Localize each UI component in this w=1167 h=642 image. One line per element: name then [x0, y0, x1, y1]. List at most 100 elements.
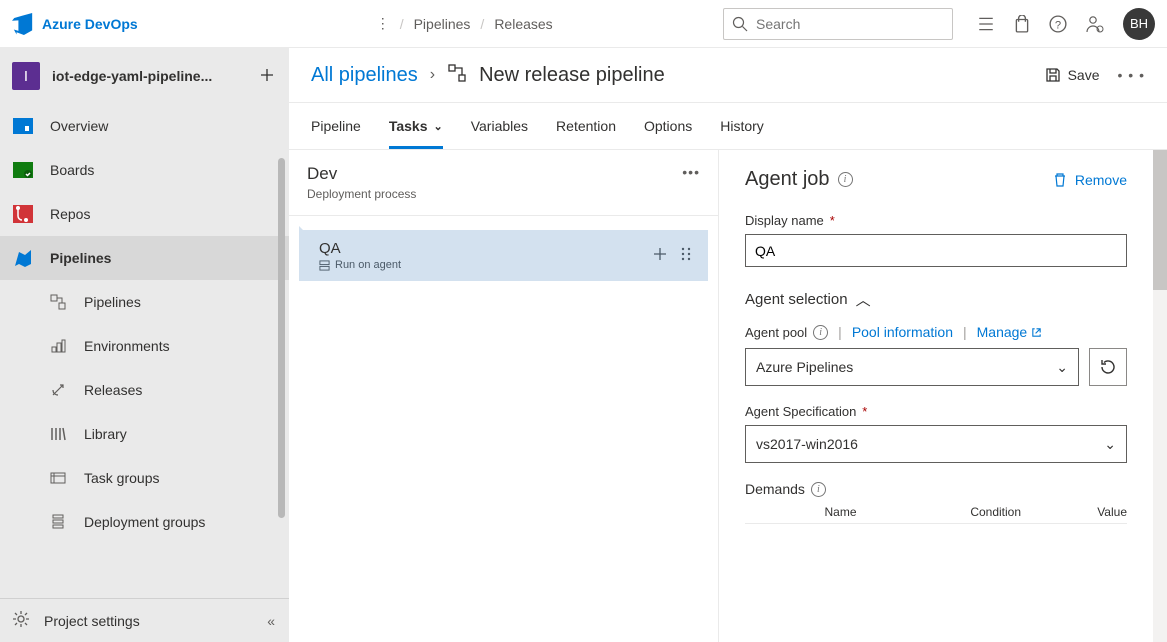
manage-link[interactable]: Manage — [977, 324, 1043, 340]
shopping-bag-icon[interactable] — [1013, 15, 1031, 33]
project-row[interactable]: I iot-edge-yaml-pipeline... — [0, 48, 289, 104]
pool-information-link[interactable]: Pool information — [852, 324, 953, 340]
tab-history[interactable]: History — [720, 103, 764, 149]
panel-title: Agent job i — [745, 168, 853, 191]
environments-icon — [50, 338, 70, 354]
sidebar-item-overview[interactable]: Overview — [0, 104, 289, 148]
server-icon — [319, 260, 330, 271]
svg-text:?: ? — [1055, 19, 1061, 31]
boards-icon — [12, 160, 34, 180]
more-vertical-icon[interactable]: ⋮ — [376, 15, 390, 32]
all-pipelines-link[interactable]: All pipelines — [311, 64, 418, 87]
sidebar-subitem-library[interactable]: Library — [0, 412, 289, 456]
details-column: Agent job i Remove Display name* Agen — [719, 150, 1153, 642]
external-link-icon — [1031, 327, 1042, 338]
top-icons: ? — [977, 14, 1105, 34]
save-icon — [1045, 67, 1061, 83]
trash-icon — [1052, 172, 1068, 188]
info-icon[interactable]: i — [811, 482, 826, 497]
drag-handle-icon[interactable] — [678, 246, 694, 265]
agent-spec-label: Agent Specification* — [745, 404, 1127, 419]
chevron-right-icon: › — [430, 66, 435, 84]
agent-job-row[interactable]: QA Run on agent — [299, 226, 708, 281]
info-icon[interactable]: i — [838, 172, 853, 187]
job-name: QA — [319, 240, 642, 257]
sidebar-item-pipelines[interactable]: Pipelines — [0, 236, 289, 280]
plus-icon[interactable] — [259, 67, 275, 86]
project-name: iot-edge-yaml-pipeline... — [52, 68, 247, 84]
help-icon[interactable]: ? — [1049, 15, 1067, 33]
save-button[interactable]: Save — [1045, 67, 1100, 83]
sidebar-subitem-pipelines[interactable]: Pipelines — [0, 280, 289, 324]
remove-button[interactable]: Remove — [1052, 172, 1127, 188]
breadcrumb-sep: / — [480, 16, 484, 32]
tab-variables[interactable]: Variables — [471, 103, 528, 149]
sidebar-item-repos[interactable]: Repos — [0, 192, 289, 236]
agent-pool-select[interactable]: Azure Pipelines ⌄ — [745, 348, 1079, 386]
agent-pool-label: Agent pool i — [745, 325, 828, 340]
header-row: All pipelines › New release pipeline Sav… — [289, 48, 1167, 103]
project-settings[interactable]: Project settings « — [0, 598, 289, 642]
stage-header[interactable]: Dev Deployment process ••• — [289, 150, 718, 216]
sidebar-subitem-label: Deployment groups — [84, 514, 205, 530]
sidebar-subitem-label: Task groups — [84, 470, 159, 486]
project-settings-label: Project settings — [44, 613, 140, 629]
agent-selection-header[interactable]: Agent selection ︿ — [745, 289, 1127, 310]
sidebar-subitem-deployment-groups[interactable]: Deployment groups — [0, 500, 289, 544]
more-actions[interactable]: • • • — [1118, 67, 1145, 83]
pipelines-icon — [12, 248, 34, 268]
agent-spec-select[interactable]: vs2017-win2016 ⌄ — [745, 425, 1127, 463]
sidebar-item-label: Pipelines — [50, 250, 111, 266]
display-name-input[interactable] — [745, 234, 1127, 267]
add-task-icon[interactable] — [652, 246, 668, 265]
job-subtitle: Run on agent — [319, 259, 642, 271]
tab-pipeline[interactable]: Pipeline — [311, 103, 361, 149]
details-scrollbar[interactable] — [1153, 150, 1167, 642]
breadcrumb-top: ⋮ / Pipelines / Releases — [376, 15, 553, 32]
sidebar-item-label: Repos — [50, 206, 90, 222]
chevron-up-icon: ︿ — [856, 289, 871, 310]
tab-retention[interactable]: Retention — [556, 103, 616, 149]
sidebar-item-label: Boards — [50, 162, 94, 178]
stage-subtitle: Deployment process — [307, 187, 416, 201]
deployment-groups-icon — [50, 514, 70, 530]
breadcrumb-sep: / — [400, 16, 404, 32]
list-icon[interactable] — [977, 15, 995, 33]
search-icon — [732, 16, 748, 32]
user-settings-icon[interactable] — [1085, 14, 1105, 34]
sidebar-subitem-task-groups[interactable]: Task groups — [0, 456, 289, 500]
refresh-button[interactable] — [1089, 348, 1127, 386]
top-nav: Azure DevOps ⋮ / Pipelines / Releases ? … — [0, 0, 1167, 48]
main-area: All pipelines › New release pipeline Sav… — [289, 48, 1167, 642]
sidebar-subitem-releases[interactable]: Releases — [0, 368, 289, 412]
sidebar-subitem-label: Environments — [84, 338, 170, 354]
sidebar-scrollbar[interactable] — [278, 158, 285, 518]
search-box[interactable] — [723, 8, 953, 40]
avatar[interactable]: BH — [1123, 8, 1155, 40]
chevron-down-icon: ⌄ — [1104, 436, 1116, 453]
sidebar: I iot-edge-yaml-pipeline... Overview Boa… — [0, 48, 289, 642]
page-title: New release pipeline — [479, 64, 665, 87]
demands-table-header: Name Condition Value — [745, 505, 1127, 524]
sidebar-subitem-label: Library — [84, 426, 127, 442]
breadcrumb-releases[interactable]: Releases — [494, 16, 552, 32]
chevron-down-icon: ⌄ — [434, 120, 443, 133]
repos-icon — [12, 204, 34, 224]
display-name-label: Display name* — [745, 213, 1127, 228]
stage-more-icon[interactable]: ••• — [682, 164, 700, 180]
pipeline-sub-icon — [50, 294, 70, 310]
info-icon[interactable]: i — [813, 325, 828, 340]
search-input[interactable] — [756, 16, 944, 32]
brand-name: Azure DevOps — [42, 16, 138, 32]
overview-icon — [12, 116, 34, 136]
azure-devops-icon — [12, 13, 34, 35]
brand-logo[interactable]: Azure DevOps — [12, 13, 138, 35]
sidebar-item-boards[interactable]: Boards — [0, 148, 289, 192]
collapse-icon[interactable]: « — [267, 613, 275, 629]
tab-tasks[interactable]: Tasks⌄ — [389, 103, 443, 149]
tab-options[interactable]: Options — [644, 103, 692, 149]
sidebar-subitem-environments[interactable]: Environments — [0, 324, 289, 368]
breadcrumb-pipelines[interactable]: Pipelines — [414, 16, 471, 32]
project-badge: I — [12, 62, 40, 90]
library-icon — [50, 426, 70, 442]
